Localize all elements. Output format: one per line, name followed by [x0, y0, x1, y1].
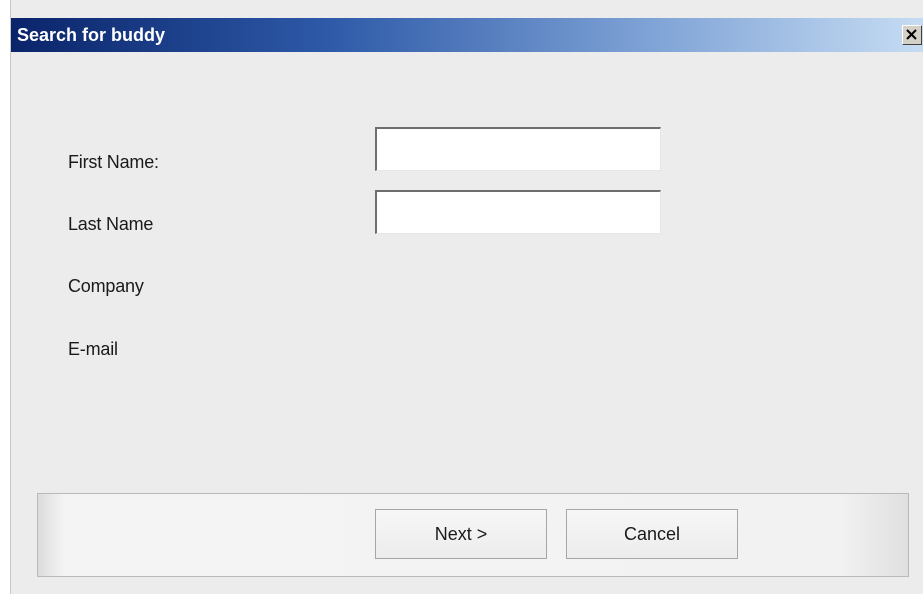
close-button[interactable] — [902, 25, 922, 45]
last-name-label: Last Name — [68, 214, 154, 234]
title-bar[interactable]: Search for buddy — [11, 18, 923, 52]
last-name-field[interactable] — [375, 190, 661, 234]
search-buddy-dialog: Search for buddy First Name: Last Name C… — [10, 0, 923, 594]
company-label: Company — [68, 276, 144, 296]
cancel-button[interactable]: Cancel — [566, 509, 738, 559]
first-name-label: First Name: — [68, 152, 159, 172]
first-name-field[interactable] — [375, 127, 661, 171]
close-icon — [903, 26, 921, 44]
next-button[interactable]: Next > — [375, 509, 547, 559]
email-label: E-mail — [68, 339, 118, 359]
button-panel: Next > Cancel — [37, 493, 909, 577]
window-title: Search for buddy — [17, 25, 166, 45]
